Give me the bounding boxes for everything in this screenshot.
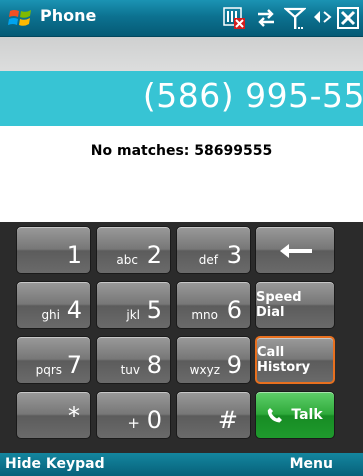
key-star[interactable]: * <box>16 391 91 439</box>
call-history-button[interactable]: Call History <box>255 336 335 384</box>
key-letters: ghi <box>41 308 60 322</box>
talk-label: Talk <box>256 392 334 438</box>
key-5[interactable]: jkl 5 <box>96 281 171 329</box>
key-digit: 9 <box>226 351 242 379</box>
key-letters: wxyz <box>189 363 220 377</box>
phone-icon <box>268 408 283 423</box>
connectivity-icon[interactable] <box>254 6 278 30</box>
call-history-label: Call History <box>257 345 311 375</box>
speed-dial-label: Speed Dial <box>256 290 302 320</box>
key-6[interactable]: mno 6 <box>176 281 251 329</box>
header-band <box>0 37 363 71</box>
backspace-button[interactable] <box>255 226 335 274</box>
key-digit: 5 <box>146 296 162 324</box>
key-4[interactable]: ghi 4 <box>16 281 91 329</box>
key-letters: def <box>198 253 218 267</box>
softkey-bar: Hide Keypad Menu <box>0 453 363 476</box>
key-hash[interactable]: # <box>176 391 251 439</box>
key-2[interactable]: abc 2 <box>96 226 171 274</box>
key-3[interactable]: def 3 <box>176 226 251 274</box>
key-letters: pqrs <box>35 363 62 377</box>
close-icon[interactable] <box>337 6 359 30</box>
key-9[interactable]: wxyz 9 <box>176 336 251 384</box>
dialed-number: (586) 995-55 <box>142 76 363 115</box>
key-letters: abc <box>116 253 138 267</box>
title-bar: Phone <box>0 0 363 37</box>
backspace-arrow-icon <box>280 244 312 258</box>
talk-text: Talk <box>291 407 323 423</box>
key-digit: 8 <box>146 351 162 379</box>
key-letters: tuv <box>120 363 140 377</box>
key-digit: 3 <box>226 241 242 269</box>
match-status: No matches: 58699555 <box>90 143 273 159</box>
key-digit: 2 <box>146 241 162 269</box>
key-0[interactable]: + 0 <box>96 391 171 439</box>
keypad: 1 abc 2 def 3 ghi 4 jkl 5 mno 6 Speed Di… <box>0 222 363 453</box>
key-letters: + <box>127 414 140 432</box>
dialed-number-bar: (586) 995-55 <box>0 71 363 126</box>
volume-icon[interactable] <box>310 6 334 30</box>
key-letters: mno <box>191 308 218 322</box>
key-digit: 0 <box>146 406 162 434</box>
app-title: Phone <box>40 6 97 25</box>
key-digit: 4 <box>66 296 82 324</box>
key-digit: 1 <box>66 241 82 269</box>
sim-missing-icon[interactable] <box>222 6 246 30</box>
key-7[interactable]: pqrs 7 <box>16 336 91 384</box>
key-digit: * <box>68 402 80 430</box>
key-1[interactable]: 1 <box>16 226 91 274</box>
talk-button[interactable]: Talk <box>255 391 335 439</box>
signal-icon[interactable] <box>284 6 306 30</box>
key-letters: jkl <box>126 308 140 322</box>
speed-dial-button[interactable]: Speed Dial <box>255 281 335 329</box>
hide-keypad-softkey[interactable]: Hide Keypad <box>5 456 105 472</box>
key-digit: 6 <box>226 296 242 324</box>
menu-softkey[interactable]: Menu <box>290 456 333 472</box>
key-digit: 7 <box>66 351 82 379</box>
key-digit: # <box>217 406 238 434</box>
key-8[interactable]: tuv 8 <box>96 336 171 384</box>
windows-start-icon[interactable] <box>8 6 34 30</box>
